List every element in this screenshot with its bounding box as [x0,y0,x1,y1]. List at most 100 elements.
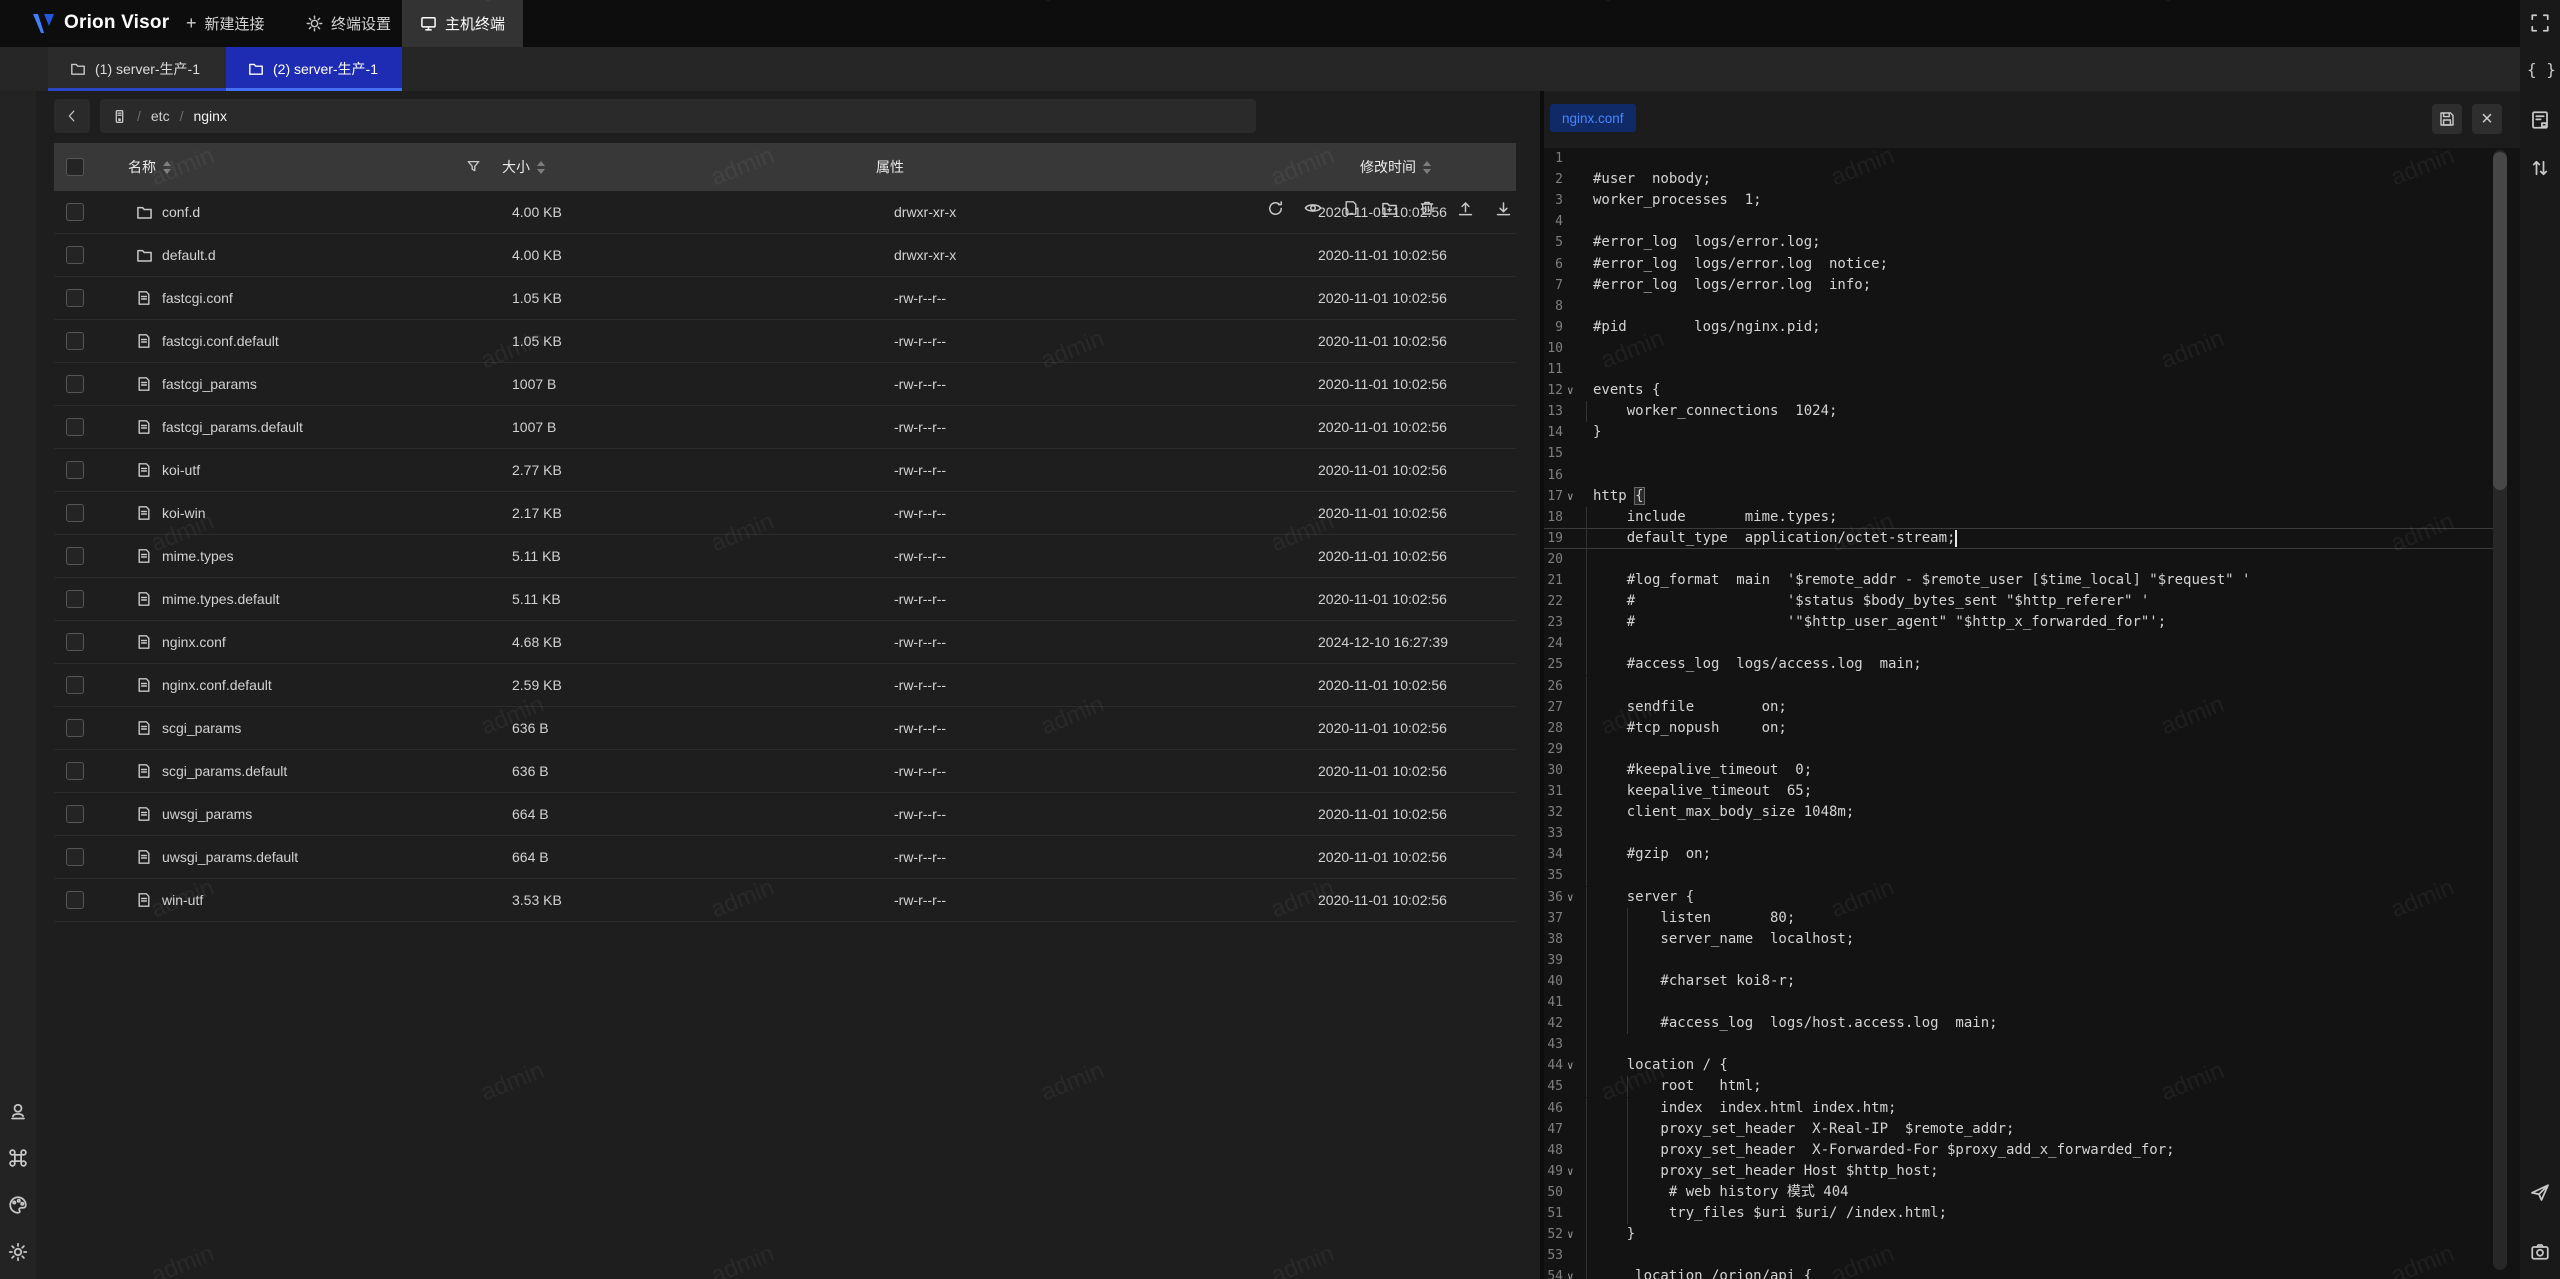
table-row[interactable]: scgi_params636 B-rw-r--r--2020-11-01 10:… [54,707,1516,750]
editor-file-tab[interactable]: nginx.conf [1550,104,1636,132]
column-header-size[interactable]: 大小 [502,143,545,191]
code-line[interactable]: 9#pid logs/nginx.pid; [1544,317,2504,338]
code-line[interactable]: 2#user nobody; [1544,169,2504,190]
row-checkbox[interactable] [66,633,84,651]
code-line[interactable]: 32 client_max_body_size 1048m; [1544,802,2504,823]
tab-session-2-active[interactable]: (2) server-生产-1 [226,47,402,91]
code-line[interactable]: 31 keepalive_timeout 65; [1544,781,2504,802]
table-row[interactable]: koi-win2.17 KB-rw-r--r--2020-11-01 10:02… [54,492,1516,535]
table-row[interactable]: uwsgi_params.default664 B-rw-r--r--2020-… [54,836,1516,879]
code-line[interactable]: 4 [1544,211,2504,232]
nav-new-connection[interactable]: + 新建连接 [168,0,283,47]
code-line[interactable]: 21 #log_format main '$remote_addr - $rem… [1544,570,2504,591]
sort-carets[interactable] [537,161,545,174]
row-checkbox[interactable] [66,504,84,522]
code-line[interactable]: 44∨ location / { [1544,1055,2504,1076]
row-checkbox[interactable] [66,461,84,479]
table-row[interactable]: nginx.conf4.68 KB-rw-r--r--2024-12-10 16… [54,621,1516,664]
code-line[interactable]: 53 [1544,1245,2504,1266]
row-checkbox[interactable] [66,805,84,823]
column-header-attr[interactable]: 属性 [876,143,904,191]
code-line[interactable]: 15 [1544,443,2504,464]
table-row[interactable]: mime.types5.11 KB-rw-r--r--2020-11-01 10… [54,535,1516,578]
row-checkbox[interactable] [66,547,84,565]
code-line[interactable]: 12∨events { [1544,380,2504,401]
row-checkbox[interactable] [66,289,84,307]
fold-toggle-icon[interactable]: ∨ [1567,1224,1581,1245]
breadcrumb[interactable]: /etc/nginx [100,99,1256,133]
braces-icon[interactable]: { } [2527,60,2556,79]
command-icon[interactable] [8,1148,28,1168]
editor-close-button[interactable]: × [2472,104,2502,134]
column-header-modified[interactable]: 修改时间 [1360,143,1431,191]
code-line[interactable]: 19 default_type application/octet-stream… [1544,528,2504,549]
fold-toggle-icon[interactable]: ∨ [1567,380,1581,401]
code-line[interactable]: 33 [1544,823,2504,844]
code-line[interactable]: 29 [1544,739,2504,760]
code-line[interactable]: 5#error_log logs/error.log; [1544,232,2504,253]
column-header-name[interactable]: 名称 [128,143,171,191]
fold-toggle-icon[interactable]: ∨ [1567,887,1581,908]
code-line[interactable]: 45 root html; [1544,1076,2504,1097]
scrollbar-thumb[interactable] [2493,152,2507,490]
table-row[interactable]: nginx.conf.default2.59 KB-rw-r--r--2020-… [54,664,1516,707]
row-checkbox[interactable] [66,676,84,694]
fold-toggle-icon[interactable]: ∨ [1567,1266,1581,1279]
fold-toggle-icon[interactable]: ∨ [1567,1055,1581,1076]
code-line[interactable]: 10 [1544,338,2504,359]
code-line[interactable]: 43 [1544,1034,2504,1055]
nav-terminal-settings[interactable]: 终端设置 [288,0,409,47]
code-line[interactable]: 13 worker_connections 1024; [1544,401,2504,422]
code-line[interactable]: 22 # '$status $body_bytes_sent "$http_re… [1544,591,2504,612]
table-row[interactable]: scgi_params.default636 B-rw-r--r--2020-1… [54,750,1516,793]
code-line[interactable]: 24 [1544,633,2504,654]
code-line[interactable]: 1 [1544,148,2504,169]
funnel-icon[interactable] [466,159,481,174]
row-checkbox[interactable] [66,375,84,393]
code-line[interactable]: 37 listen 80; [1544,908,2504,929]
table-row[interactable]: fastcgi_params1007 B-rw-r--r--2020-11-01… [54,363,1516,406]
code-line[interactable]: 46 index index.html index.htm; [1544,1098,2504,1119]
fullscreen-icon[interactable] [2530,13,2550,33]
camera-icon[interactable] [2530,1242,2550,1262]
table-row[interactable]: uwsgi_params664 B-rw-r--r--2020-11-01 10… [54,793,1516,836]
row-checkbox[interactable] [66,719,84,737]
sort-carets[interactable] [1423,161,1431,174]
table-row[interactable]: conf.d4.00 KBdrwxr-xr-x2020-11-01 10:02:… [54,191,1516,234]
code-line[interactable]: 36∨ server { [1544,887,2504,908]
code-line[interactable]: 23 # '"$http_user_agent" "$http_x_forwar… [1544,612,2504,633]
row-checkbox[interactable] [66,418,84,436]
doc-bookmark-icon[interactable] [2530,110,2550,130]
code-line[interactable]: 27 sendfile on; [1544,697,2504,718]
back-button[interactable] [54,99,90,133]
code-line[interactable]: 40 #charset koi8-r; [1544,971,2504,992]
table-row[interactable]: fastcgi_params.default1007 B-rw-r--r--20… [54,406,1516,449]
code-line[interactable]: 47 proxy_set_header X-Real-IP $remote_ad… [1544,1119,2504,1140]
code-line[interactable]: 50 # web history 模式 404 [1544,1182,2504,1203]
code-line[interactable]: 7#error_log logs/error.log info; [1544,275,2504,296]
table-row[interactable]: mime.types.default5.11 KB-rw-r--r--2020-… [54,578,1516,621]
code-line[interactable]: 18 include mime.types; [1544,507,2504,528]
code-line[interactable]: 48 proxy_set_header X-Forwarded-For $pro… [1544,1140,2504,1161]
swap-vertical-icon[interactable] [2530,158,2550,178]
code-editor[interactable]: 12#user nobody;3worker_processes 1;45#er… [1544,148,2520,1279]
user-icon[interactable] [8,1102,28,1122]
code-line[interactable]: 42 #access_log logs/host.access.log main… [1544,1013,2504,1034]
code-line[interactable]: 25 #access_log logs/access.log main; [1544,654,2504,675]
code-line[interactable]: 41 [1544,992,2504,1013]
breadcrumb-segment[interactable]: etc [151,108,170,124]
code-line[interactable]: 34 #gzip on; [1544,844,2504,865]
code-line[interactable]: 54∨ location /orion/api { [1544,1266,2504,1279]
nav-host-terminal[interactable]: 主机终端 [402,0,523,47]
table-row[interactable]: default.d4.00 KBdrwxr-xr-x2020-11-01 10:… [54,234,1516,277]
send-icon[interactable] [2530,1182,2550,1202]
save-button[interactable] [2432,104,2462,134]
sort-carets[interactable] [163,161,171,174]
code-line[interactable]: 26 [1544,676,2504,697]
table-row[interactable]: win-utf3.53 KB-rw-r--r--2020-11-01 10:02… [54,879,1516,922]
code-line[interactable]: 52∨ } [1544,1224,2504,1245]
code-line[interactable]: 3worker_processes 1; [1544,190,2504,211]
code-line[interactable]: 8 [1544,296,2504,317]
code-line[interactable]: 51 try_files $uri $uri/ /index.html; [1544,1203,2504,1224]
code-line[interactable]: 49∨ proxy_set_header Host $http_host; [1544,1161,2504,1182]
